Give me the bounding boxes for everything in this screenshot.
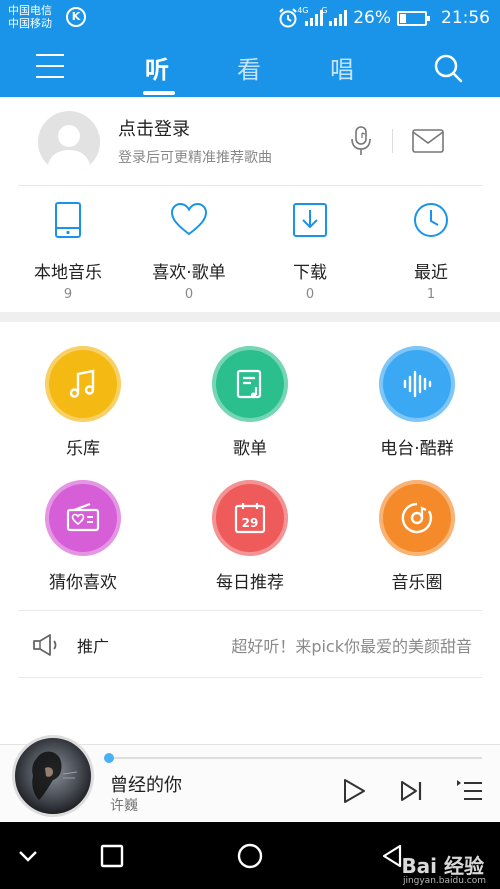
music-note-icon: [69, 369, 95, 398]
feature-music-circle[interactable]: 音乐圈: [352, 480, 482, 593]
active-tab-indicator: [143, 91, 175, 95]
battery-percent: 26%: [353, 8, 391, 28]
baidu-watermark-url: jingyan.baidu.com: [402, 876, 486, 886]
feature-library[interactable]: 乐库: [18, 346, 148, 459]
feature-daily-picks[interactable]: 29 每日推荐: [185, 480, 315, 593]
feature-label: 每日推荐: [216, 573, 284, 593]
feature-circle: [379, 346, 455, 422]
stat-recent[interactable]: 最近 1: [376, 200, 486, 302]
feature-circle: [379, 480, 455, 556]
song-title: 曾经的你: [110, 775, 182, 796]
progress-bar[interactable]: [104, 753, 482, 763]
avatar[interactable]: [38, 111, 100, 173]
carrier-info: 中国电信 中国移动: [8, 4, 52, 30]
playlist-icon: [236, 369, 262, 399]
promo-tag: 推广: [77, 637, 110, 656]
feature-label: 电台·酷群: [380, 439, 454, 459]
stat-count: 1: [426, 287, 436, 302]
menu-icon[interactable]: [36, 54, 64, 78]
home-icon[interactable]: [236, 842, 264, 870]
login-subtitle: 登录后可更精准推荐歌曲: [118, 150, 272, 166]
clock: 21:56: [441, 8, 490, 28]
album-cover[interactable]: [12, 735, 94, 817]
carrier-1: 中国电信: [8, 4, 52, 17]
status-bar: 中国电信 中国移动 K 4G G 26% 21:56: [0, 0, 500, 36]
calendar-day: 29: [242, 516, 259, 530]
megaphone-icon: [33, 634, 57, 656]
feature-circle: [212, 346, 288, 422]
stat-favorites[interactable]: 喜欢·歌单 0: [134, 200, 244, 302]
feature-circle: [45, 480, 121, 556]
login-title[interactable]: 点击登录: [118, 115, 190, 141]
divider: [18, 185, 482, 186]
login-row[interactable]: 点击登录 登录后可更精准推荐歌曲: [0, 97, 500, 185]
album-art-icon: [32, 751, 78, 800]
download-icon: [293, 203, 327, 237]
feature-label: 音乐圈: [391, 573, 443, 593]
divider: [18, 677, 482, 678]
feature-radio[interactable]: 电台·酷群: [352, 346, 482, 459]
feature-guess-you-like[interactable]: 猜你喜欢: [18, 480, 148, 593]
play-queue-icon[interactable]: [456, 777, 484, 805]
mail-icon[interactable]: [412, 129, 444, 153]
feature-label: 歌单: [233, 439, 267, 459]
stat-downloads[interactable]: 下载 0: [255, 200, 365, 302]
feature-label: 乐库: [66, 439, 100, 459]
mini-player[interactable]: 曾经的你 许巍: [0, 735, 500, 822]
heart-icon: [170, 202, 208, 236]
promo-text[interactable]: 超好听！来pick你最爱的美颜甜音: [231, 633, 472, 657]
stat-label: 下载: [293, 263, 327, 283]
microphone-icon[interactable]: [348, 125, 374, 157]
feature-playlists[interactable]: 歌单: [185, 346, 315, 459]
system-navigation-bar: Bai 经验 jingyan.baidu.com: [0, 822, 500, 889]
song-artist: 许巍: [110, 798, 138, 814]
stat-local-music[interactable]: 本地音乐 9: [13, 200, 123, 302]
stat-label: 本地音乐: [34, 263, 102, 283]
baidu-watermark: Bai 经验: [401, 854, 484, 878]
divider: [392, 129, 393, 153]
top-nav: 听 看 唱: [0, 36, 500, 97]
stat-count: 9: [63, 287, 73, 302]
battery-icon: [397, 10, 430, 26]
signal-g-icon: G: [321, 6, 348, 26]
stat-count: 0: [184, 287, 194, 302]
music-disc-icon: [401, 502, 433, 534]
sound-wave-icon: [403, 370, 432, 398]
recent-apps-icon[interactable]: [98, 842, 126, 870]
search-icon[interactable]: [432, 52, 464, 84]
tab-listen[interactable]: 听: [145, 50, 169, 85]
alarm-icon: [279, 8, 297, 28]
promo-row[interactable]: 推广 超好听！来pick你最爱的美颜甜音: [0, 611, 500, 677]
play-icon[interactable]: [340, 777, 368, 805]
stat-count: 0: [305, 287, 315, 302]
tab-sing[interactable]: 唱: [330, 50, 354, 85]
tab-watch[interactable]: 看: [237, 50, 261, 85]
feature-label: 猜你喜欢: [49, 573, 117, 593]
back-chevron-icon[interactable]: [14, 842, 42, 870]
next-track-icon[interactable]: [398, 777, 426, 805]
feature-circle: [45, 346, 121, 422]
carrier-2: 中国移动: [8, 17, 52, 30]
calendar-icon: 29: [234, 503, 266, 534]
status-indicators: 4G G 26% 21:56: [277, 6, 490, 30]
progress-handle[interactable]: [104, 753, 114, 763]
default-avatar-icon: [46, 125, 92, 173]
phone-icon: [55, 202, 81, 238]
radio-heart-icon: [66, 502, 100, 532]
stat-label: 最近: [414, 263, 448, 283]
section-separator: [0, 312, 500, 322]
stat-label: 喜欢·歌单: [152, 263, 226, 283]
clock-icon: [414, 203, 448, 237]
feature-circle: 29: [212, 480, 288, 556]
app-k-icon: K: [66, 7, 86, 27]
